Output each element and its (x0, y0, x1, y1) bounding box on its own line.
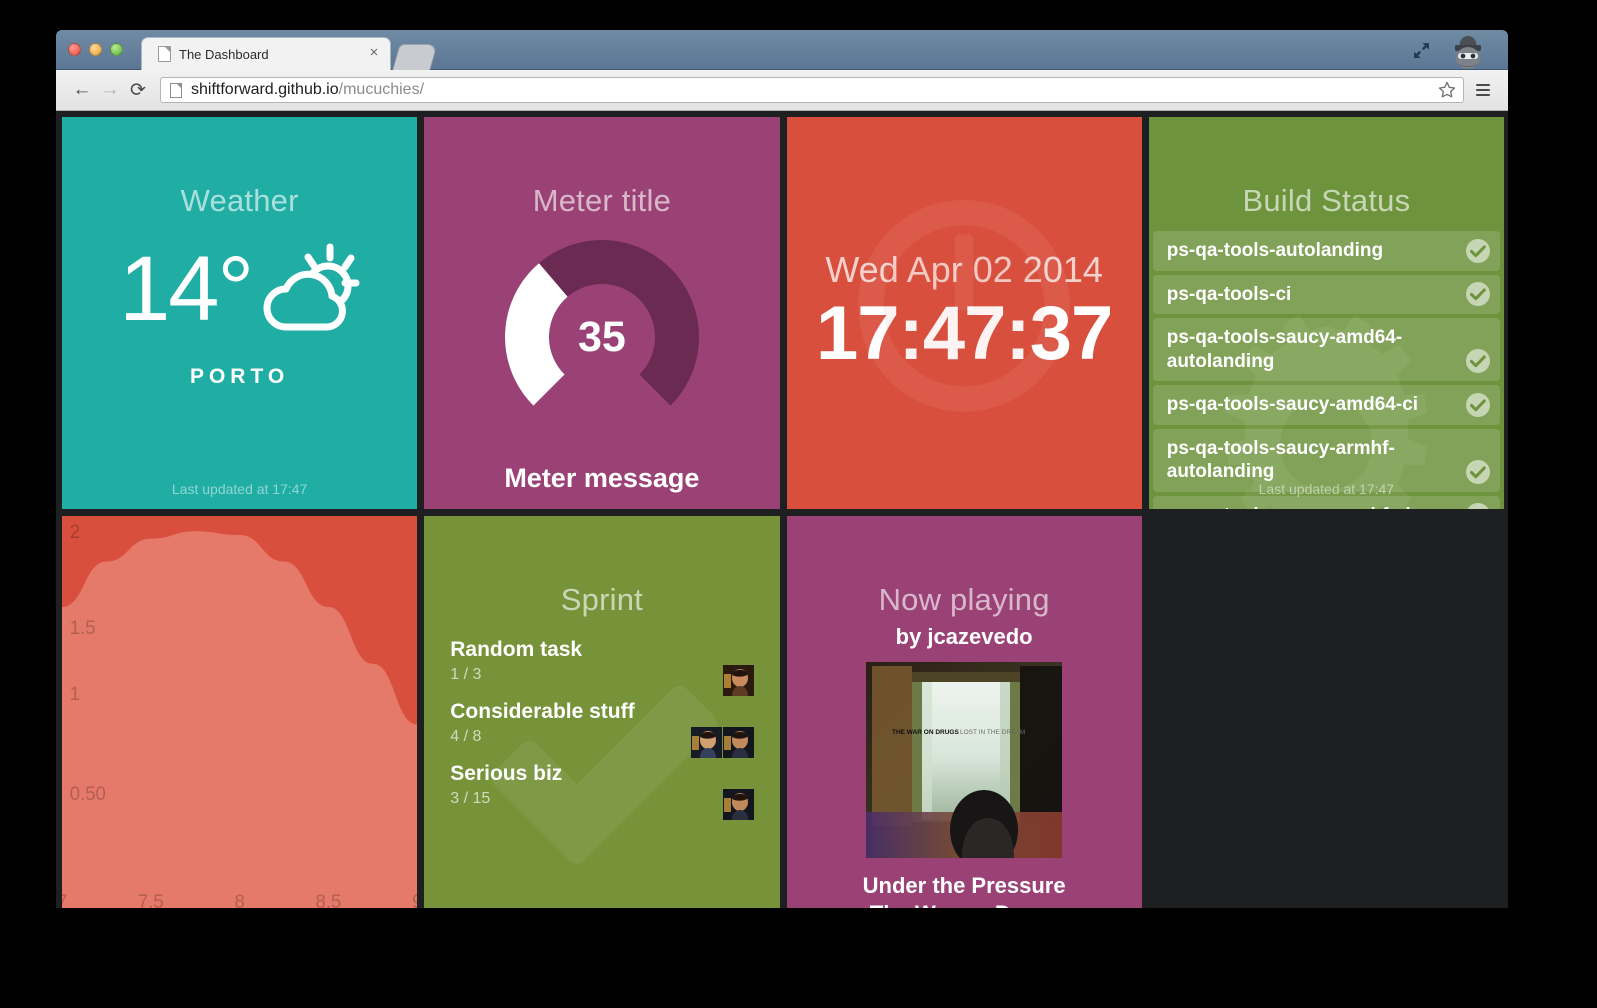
widget-weather[interactable]: Weather 14° PORTO Last updated at 17:47 (62, 117, 418, 509)
chart-x-tick: 8.5 (316, 891, 342, 908)
build-item-name: ps-qa-tools-saucy-amd64-autolanding (1166, 327, 1403, 372)
meter-value: 35 (577, 313, 626, 361)
meter-message: Meter message (504, 463, 700, 493)
widget-sprint[interactable]: Sprint Random task 1 / 3 Considerable stuf… (424, 516, 780, 908)
widget-build-status[interactable]: Build Status ps-qa-tools-autolanding ps-q… (1148, 117, 1504, 509)
browser-tab-title: The Dashboard (179, 46, 269, 62)
address-bar[interactable]: shiftforward.github.io/mucuchies/ (160, 77, 1464, 103)
avatar (722, 665, 754, 696)
build-item[interactable]: ps-qa-tools-autolanding (1152, 231, 1500, 271)
build-item-name: ps-qa-tools-saucy-armhf-ci (1167, 505, 1411, 509)
chart-x-tick: 8 (234, 891, 244, 908)
build-item[interactable]: ps-qa-tools-saucy-armhf-ci (1152, 495, 1500, 509)
sprint-task-progress: 3 / 15 (450, 790, 491, 807)
check-circle-icon (1465, 502, 1491, 509)
weather-temperature: 14° (119, 238, 254, 340)
build-item[interactable]: ps-qa-tools-saucy-amd64-autolanding (1152, 318, 1500, 382)
sprint-task-name: Random task (450, 638, 583, 661)
check-circle-icon (1465, 348, 1491, 374)
forward-button[interactable]: → (96, 76, 124, 104)
weather-title: Weather (180, 183, 299, 218)
meter-title: Meter title (532, 183, 672, 218)
avatar (722, 789, 754, 820)
area-chart: 2 1.5 1 0.50 7 7.5 8 8.5 9 (62, 521, 418, 908)
page-icon (170, 82, 182, 98)
build-item[interactable]: ps-qa-tools-saucy-amd64-ci (1152, 385, 1500, 425)
weather-reading: 14° (62, 241, 417, 337)
album-caption-left: THE WAR ON DRUGS (892, 729, 959, 736)
browser-window: The Dashboard × ← → ⟳ shiftforward.githu… (56, 30, 1508, 908)
build-status-list: ps-qa-tools-autolanding ps-qa-tools-ci ps-… (1149, 231, 1504, 509)
sprint-avatars (690, 727, 754, 758)
sprint-task[interactable]: Random task 1 / 3 (450, 638, 754, 700)
widget-clock[interactable]: Wed Apr 02 2014 17:47:37 (786, 117, 1142, 509)
now-playing-artist: The War on Drugs (787, 900, 1142, 909)
check-circle-icon (1465, 281, 1491, 307)
window-maximize-button[interactable] (110, 43, 123, 56)
chart-x-tick: 7 (62, 891, 67, 908)
chart-y-tick: 2 (70, 521, 80, 542)
widget-chart[interactable]: 2 1.5 1 0.50 7 7.5 8 8.5 9 (62, 516, 418, 908)
check-circle-icon (1465, 392, 1491, 418)
clock-time: 17:47:37 (816, 291, 1113, 377)
sprint-task[interactable]: Serious biz 3 / 15 (450, 762, 754, 824)
meter-gauge: 35 (497, 239, 707, 429)
sprint-task-list: Random task 1 / 3 Considerable stuff 4 / 8S… (424, 638, 779, 824)
build-item-name: ps-qa-tools-autolanding (1166, 240, 1384, 261)
album-art: THE WAR ON DRUGS LOST IN THE DREAM (866, 662, 1063, 858)
close-icon[interactable]: × (366, 45, 382, 62)
build-item-name: ps-qa-tools-ci (1166, 283, 1292, 305)
chart-x-tick: 9 (412, 891, 417, 908)
star-icon[interactable] (1437, 80, 1457, 100)
build-item-name: ps-qa-tools-saucy-amd64-ci (1166, 394, 1419, 416)
build-status-updated: Last updated at 17:47 (1258, 481, 1395, 497)
avatar (690, 727, 722, 758)
weather-updated: Last updated at 17:47 (171, 481, 308, 497)
browser-tab[interactable]: The Dashboard × (141, 37, 391, 70)
window-close-button[interactable] (68, 43, 81, 56)
chart-y-tick: 0.50 (70, 783, 106, 804)
partly-cloudy-icon (252, 241, 360, 337)
fullscreen-icon[interactable] (1413, 42, 1430, 59)
now-playing-title: Now playing (878, 582, 1050, 617)
hamburger-menu-icon[interactable] (1470, 84, 1496, 96)
sprint-task-name: Serious biz (450, 762, 563, 785)
browser-titlebar: The Dashboard × (56, 30, 1508, 70)
url-path: /mucuchies/ (338, 81, 425, 98)
build-status-title: Build Status (1242, 183, 1411, 218)
sprint-avatars (722, 789, 754, 820)
url-host: shiftforward.github.io (191, 81, 339, 98)
now-playing-track: Under the Pressure (862, 873, 1066, 898)
back-button[interactable]: ← (68, 76, 96, 104)
sprint-task[interactable]: Considerable stuff 4 / 8 (450, 700, 754, 762)
clock-date: Wed Apr 02 2014 (825, 249, 1103, 291)
chart-y-tick: 1 (70, 683, 80, 704)
weather-city: PORTO (189, 365, 290, 388)
widget-now-playing[interactable]: Now playing by jcazevedo THE WAR ON DRUG… (786, 516, 1142, 909)
build-item[interactable]: ps-qa-tools-ci (1152, 274, 1500, 315)
widget-meter[interactable]: Meter title 35 Meter message (424, 117, 780, 509)
avatar (722, 727, 754, 758)
reload-button[interactable]: ⟳ (124, 76, 152, 104)
sprint-title: Sprint (560, 582, 643, 617)
browser-toolbar: ← → ⟳ shiftforward.github.io/mucuchies/ (56, 70, 1508, 111)
new-tab-icon[interactable] (392, 44, 438, 70)
sprint-task-progress: 1 / 3 (450, 666, 482, 683)
page-icon (158, 46, 171, 62)
sprint-task-name: Considerable stuff (450, 700, 635, 723)
sprint-avatars (722, 665, 754, 696)
chart-y-tick: 1.5 (70, 617, 96, 638)
build-item-name: ps-qa-tools-saucy-armhf-autolanding (1166, 437, 1395, 483)
window-minimize-button[interactable] (89, 43, 102, 56)
chart-x-tick: 7.5 (138, 891, 164, 908)
url-text: shiftforward.github.io/mucuchies/ (191, 81, 424, 99)
album-caption-right: LOST IN THE DREAM (960, 729, 1025, 736)
check-circle-icon (1465, 238, 1491, 264)
incognito-icon[interactable] (1444, 34, 1492, 70)
dashboard-grid: Weather 14° PORTO Last updated at 17:47 … (56, 111, 1508, 908)
now-playing-user: by jcazevedo (895, 624, 1033, 649)
